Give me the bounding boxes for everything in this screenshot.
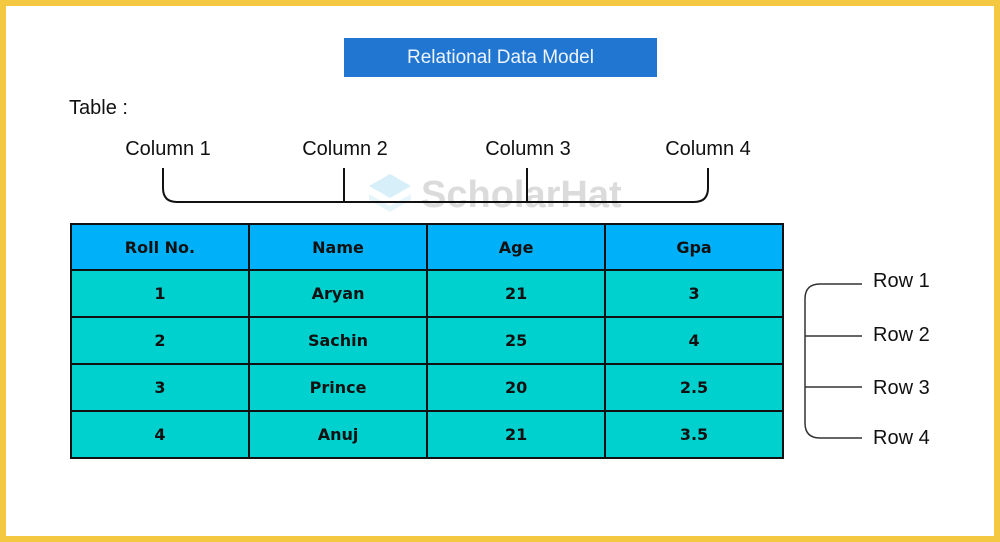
table-row: 1 Aryan 21 3 — [70, 269, 784, 318]
cell-name: Sachin — [247, 316, 429, 365]
header-age: Age — [426, 223, 607, 271]
table-header-row: Roll No. Name Age Gpa — [70, 223, 784, 271]
table-row: 2 Sachin 25 4 — [70, 316, 784, 365]
row-bracket-path — [804, 283, 862, 439]
cell-gpa: 2.5 — [604, 363, 784, 412]
table-row: 4 Anuj 21 3.5 — [70, 410, 784, 459]
cell-roll-no: 3 — [70, 363, 250, 412]
cell-age: 25 — [426, 316, 607, 365]
cell-age: 20 — [426, 363, 607, 412]
row-label-3: Row 3 — [873, 377, 930, 399]
cell-name: Prince — [247, 363, 429, 412]
row-bracket — [804, 283, 862, 439]
column-bracket — [162, 168, 709, 203]
row-label-1: Row 1 — [873, 270, 930, 292]
cell-age: 21 — [426, 269, 607, 318]
header-roll-no: Roll No. — [70, 223, 250, 271]
cell-name: Anuj — [247, 410, 429, 459]
header-gpa: Gpa — [604, 223, 784, 271]
row-label-2: Row 2 — [873, 324, 930, 346]
cell-name: Aryan — [247, 269, 429, 318]
cell-gpa: 4 — [604, 316, 784, 365]
cell-gpa: 3.5 — [604, 410, 784, 459]
cell-roll-no: 4 — [70, 410, 250, 459]
cell-gpa: 3 — [604, 269, 784, 318]
cell-age: 21 — [426, 410, 607, 459]
cell-roll-no: 1 — [70, 269, 250, 318]
relational-table: Roll No. Name Age Gpa 1 Aryan 21 3 2 Sac… — [70, 223, 784, 459]
column-bracket-path — [162, 168, 709, 203]
header-name: Name — [247, 223, 429, 271]
cell-roll-no: 2 — [70, 316, 250, 365]
table-row: 3 Prince 20 2.5 — [70, 363, 784, 412]
row-label-4: Row 4 — [873, 427, 930, 449]
